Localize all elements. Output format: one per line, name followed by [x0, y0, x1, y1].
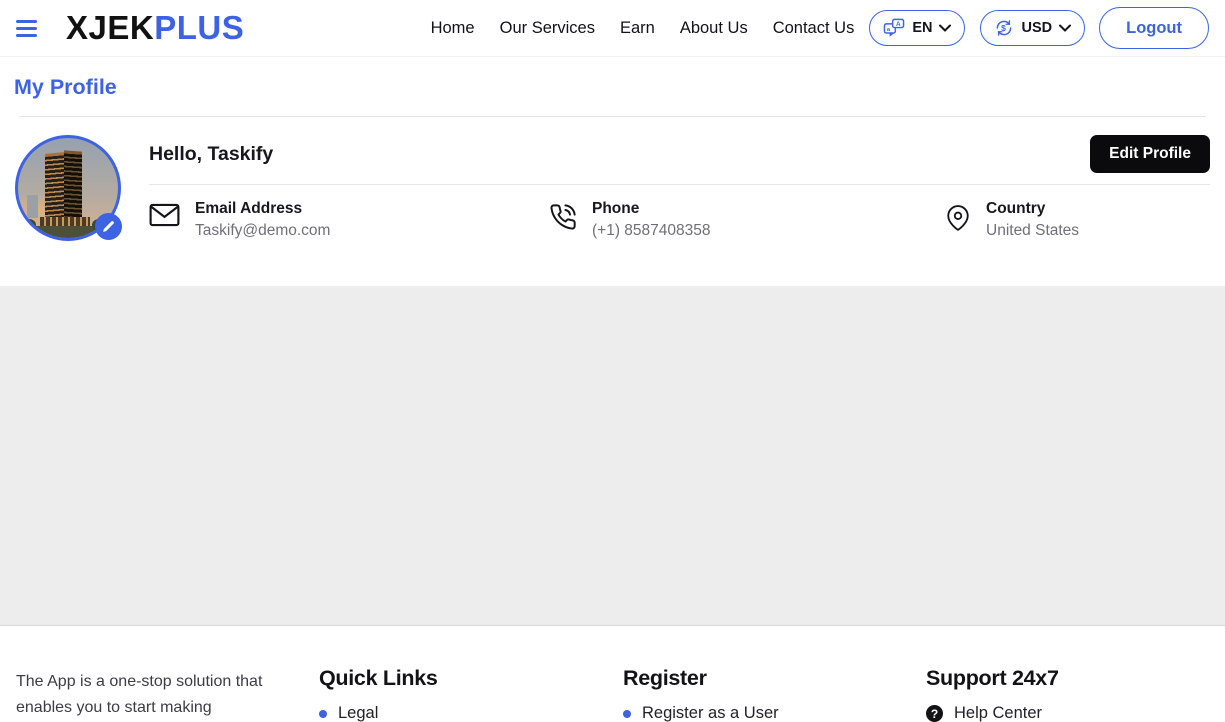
question-circle-icon: ? — [926, 705, 943, 722]
phone-label: Phone — [592, 200, 711, 218]
svg-text:$: $ — [1002, 23, 1007, 33]
page-title-block: My Profile — [0, 57, 1225, 117]
email-value: Taskify@demo.com — [195, 222, 330, 240]
footer-register-column: Register Register as a User — [623, 666, 910, 722]
profile-details: Hello, Taskify Edit Profile Email Addres… — [149, 135, 1210, 241]
greeting-text: Hello, Taskify — [149, 143, 273, 166]
app-logo[interactable]: XJEKPLUS — [66, 9, 244, 47]
footer-link-legal[interactable]: Legal — [319, 704, 607, 722]
email-field: Email Address Taskify@demo.com — [149, 200, 549, 240]
dot-bullet-icon — [319, 710, 327, 718]
translate-icon: A a — [883, 18, 905, 38]
nav-link-earn[interactable]: Earn — [620, 19, 655, 38]
edit-avatar-button[interactable] — [95, 213, 122, 240]
country-label: Country — [986, 200, 1079, 218]
nav-link-home[interactable]: Home — [431, 19, 475, 38]
profile-card: Hello, Taskify Edit Profile Email Addres… — [0, 117, 1225, 286]
phone-field: Phone (+1) 8587408358 — [549, 200, 945, 240]
footer-about-text: The App is a one-stop solution that enab… — [16, 669, 298, 721]
logo-part-dark: XJEK — [66, 9, 154, 46]
nav-link-about-us[interactable]: About Us — [680, 19, 748, 38]
footer-link-register-as-user[interactable]: Register as a User — [623, 704, 910, 722]
chevron-down-icon — [1059, 24, 1071, 32]
phone-value: (+1) 8587408358 — [592, 222, 711, 240]
contact-fields: Email Address Taskify@demo.com Phone (+1… — [149, 200, 1210, 240]
country-field: Country United States — [945, 200, 1079, 240]
support-heading: Support 24x7 — [926, 666, 1209, 691]
main-nav: Home Our Services Earn About Us Contact … — [431, 19, 855, 38]
dot-bullet-icon — [623, 710, 631, 718]
nav-link-our-services[interactable]: Our Services — [500, 19, 595, 38]
pencil-icon — [102, 220, 115, 233]
quick-links-heading: Quick Links — [319, 666, 607, 691]
nav-link-contact-us[interactable]: Contact Us — [773, 19, 855, 38]
svg-text:a: a — [887, 27, 891, 33]
country-value: United States — [986, 222, 1079, 240]
footer-support-column: Support 24x7 ? Help Center — [926, 666, 1209, 722]
logo-part-accent: PLUS — [154, 9, 244, 46]
currency-exchange-icon: $ — [994, 18, 1014, 38]
envelope-icon — [149, 203, 180, 227]
language-selector[interactable]: A a EN — [869, 10, 965, 46]
top-navbar: XJEKPLUS Home Our Services Earn About Us… — [0, 0, 1225, 57]
footer-link-help-center[interactable]: ? Help Center — [926, 704, 1209, 722]
hamburger-menu-icon[interactable] — [16, 20, 42, 37]
profile-divider — [149, 184, 1210, 185]
footer-quick-links-column: Quick Links Legal — [319, 666, 607, 722]
page-title: My Profile — [14, 75, 1211, 100]
footer-about-column: The App is a one-stop solution that enab… — [16, 666, 303, 722]
svg-text:A: A — [896, 21, 901, 28]
content-area — [0, 286, 1225, 626]
chevron-down-icon — [939, 24, 951, 32]
currency-selector[interactable]: $ USD — [980, 10, 1085, 46]
email-label: Email Address — [195, 200, 330, 218]
register-heading: Register — [623, 666, 910, 691]
logout-button[interactable]: Logout — [1099, 7, 1209, 49]
avatar — [15, 135, 121, 241]
footer: The App is a one-stop solution that enab… — [0, 626, 1225, 722]
phone-icon — [549, 203, 577, 231]
currency-code: USD — [1021, 20, 1052, 36]
edit-profile-button[interactable]: Edit Profile — [1090, 135, 1210, 173]
location-pin-icon — [945, 203, 971, 233]
language-code: EN — [912, 20, 932, 36]
